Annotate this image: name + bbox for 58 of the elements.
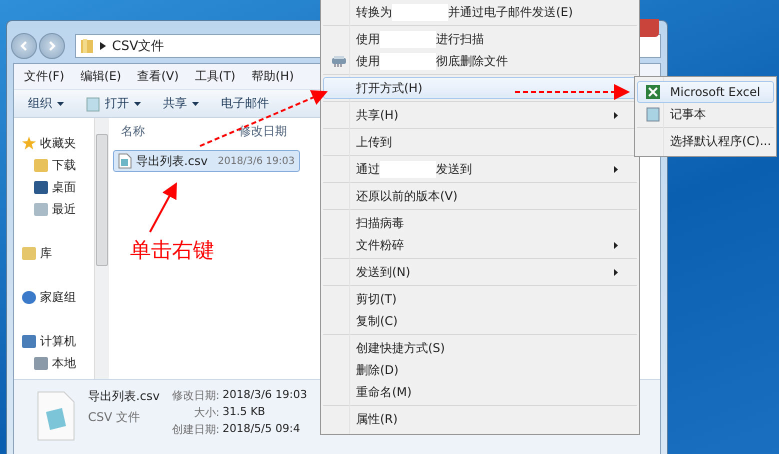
menu-item[interactable]: 剪切(T)	[323, 288, 637, 310]
toolbar-button[interactable]: 打开	[82, 93, 145, 114]
detail-value: 2018/5/5 09:4	[222, 422, 302, 437]
nav-item[interactable]: 桌面	[14, 176, 94, 198]
menu-bar-item[interactable]: 文件(F)	[24, 68, 64, 85]
scrollbar[interactable]	[94, 118, 109, 379]
menu-item[interactable]: 扫描病毒	[323, 212, 637, 234]
menu-bar-item[interactable]: 帮助(H)	[252, 68, 294, 85]
menu-item[interactable]: 记事本	[637, 103, 774, 125]
menu-item[interactable]: 重命名(M)	[323, 381, 637, 403]
nav-item[interactable]: 下载	[14, 154, 94, 176]
annotation-arrow	[149, 182, 177, 232]
menu-item[interactable]: 创建快捷方式(S)	[323, 337, 637, 359]
menu-item[interactable]: 共享(H)	[323, 104, 637, 126]
detail-value: 2018/3/6 19:03	[222, 388, 308, 403]
annotation-text: 单击右键	[130, 237, 214, 264]
menu-item[interactable]: 还原以前的版本(V)	[323, 185, 637, 207]
menu-item[interactable]: 选择默认程序(C)...	[637, 130, 774, 152]
file-type: CSV 文件	[88, 409, 142, 426]
file-icon	[36, 390, 76, 442]
menu-item[interactable]: 属性(R)	[323, 408, 637, 430]
menu-item[interactable]: 发送到(N)	[323, 261, 637, 283]
file-row[interactable]: 导出列表.csv 2018/3/6 19:03	[113, 150, 300, 172]
toolbar-button[interactable]: 电子邮件	[217, 93, 273, 114]
file-icon	[118, 153, 132, 169]
nav-item[interactable]: 本地	[14, 352, 94, 374]
menu-item[interactable]: 转换为 并通过电子邮件发送(E)	[323, 1, 637, 23]
menu-item[interactable]: 复制(C)	[323, 310, 637, 332]
chevron-icon	[100, 42, 106, 50]
back-button[interactable]	[11, 33, 37, 59]
toolbar-button[interactable]: 共享	[159, 93, 203, 114]
nav-item[interactable]: 家庭组	[14, 286, 94, 308]
nav-item[interactable]: 库	[14, 242, 94, 264]
menu-bar-item[interactable]: 工具(T)	[194, 68, 236, 85]
detail-value: 31.5 KB	[222, 405, 266, 420]
menu-item[interactable]: 上传到	[323, 131, 637, 153]
detail-label: 修改日期:	[172, 388, 220, 403]
detail-label: 大小:	[192, 405, 220, 420]
forward-button[interactable]	[39, 33, 65, 59]
menu-item[interactable]: 使用 进行扫描	[323, 28, 637, 50]
menu-item[interactable]: 使用 彻底删除文件	[323, 50, 637, 72]
menu-item[interactable]: 删除(D)	[323, 359, 637, 381]
spreadsheet-icon	[645, 84, 661, 100]
nav-item[interactable]: 最近	[14, 198, 94, 220]
column-header[interactable]: 名称	[113, 122, 231, 140]
menu-item[interactable]: 打开方式(H)	[323, 77, 637, 99]
menu-item[interactable]: 通过 发送到	[323, 158, 637, 180]
menu-item[interactable]: 文件粉碎	[323, 234, 637, 256]
menu-bar-item[interactable]: 编辑(E)	[80, 68, 122, 85]
toolbar-button[interactable]: 组织	[24, 93, 68, 114]
detail-label: 创建日期:	[172, 422, 220, 437]
nav-item[interactable]: 计算机	[14, 330, 94, 352]
menu-item[interactable]: Microsoft Excel	[637, 81, 774, 103]
menu-bar-item[interactable]: 查看(V)	[137, 68, 179, 85]
file-name: 导出列表.csv	[88, 388, 160, 405]
nav-item[interactable]: 收藏夹	[14, 132, 94, 154]
shredder-icon	[331, 55, 347, 67]
folder-icon	[80, 38, 94, 54]
